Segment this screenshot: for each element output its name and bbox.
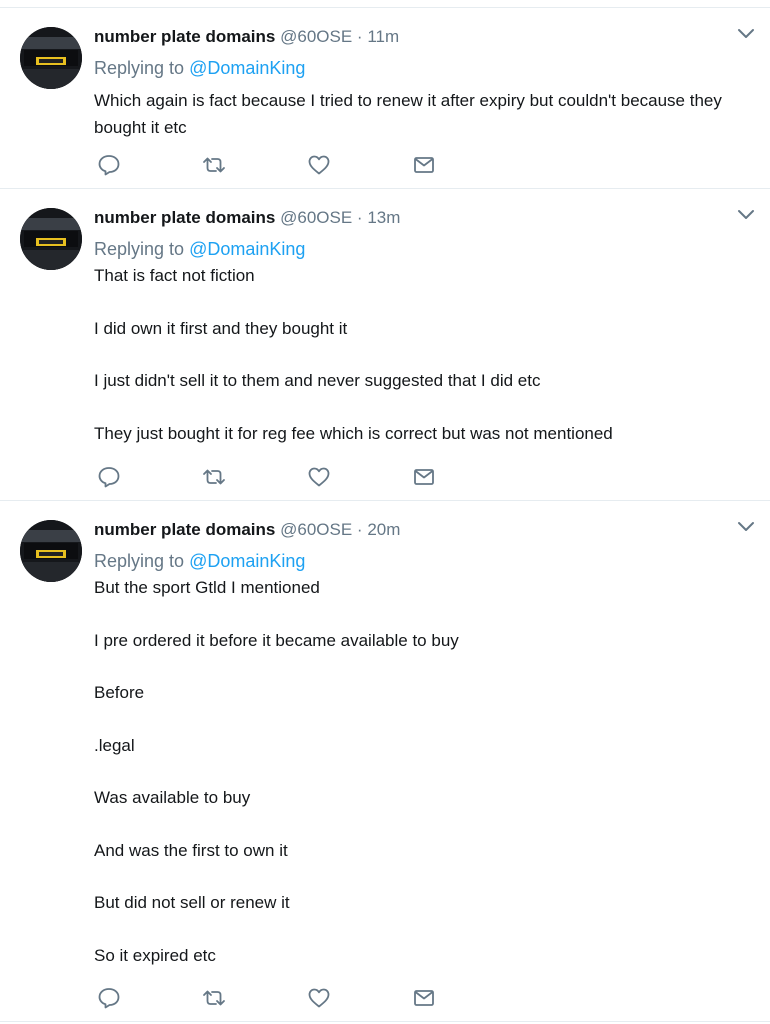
avatar[interactable] xyxy=(20,27,82,89)
reply-icon[interactable] xyxy=(97,986,121,1010)
author-handle[interactable]: @60OSE xyxy=(280,208,352,227)
author-handle[interactable]: @60OSE xyxy=(280,520,352,539)
tweet[interactable]: number plate domains @60OSE · 11m Replyi… xyxy=(0,8,770,189)
author-name[interactable]: number plate domains xyxy=(94,27,275,46)
avatar[interactable] xyxy=(20,520,82,582)
tweet-paragraph: And was the first to own it xyxy=(94,840,288,860)
retweet-icon[interactable] xyxy=(202,986,226,1010)
tweet-paragraph: I did own it first and they bought it xyxy=(94,318,348,338)
tweet-text: That is fact not fiction I did own it fi… xyxy=(94,263,754,447)
chevron-down-icon[interactable] xyxy=(736,520,756,534)
tweet-paragraph: Was available to buy xyxy=(94,788,251,807)
author-handle[interactable]: @60OSE xyxy=(280,27,352,46)
replying-to-label: Replying to xyxy=(94,551,185,571)
tweet[interactable]: number plate domains @60OSE · 20m Replyi… xyxy=(0,501,770,1022)
mention-link[interactable]: @DomainKing xyxy=(189,58,305,78)
tweet-header: number plate domains @60OSE · 13m xyxy=(94,203,400,233)
tweet-paragraph: I just didn't sell it to them and never … xyxy=(94,371,541,390)
tweet-text: But the sport Gtld I mentioned I pre ord… xyxy=(94,575,754,969)
tweet[interactable]: number plate domains @60OSE · 13m Replyi… xyxy=(0,189,770,501)
tweet-paragraph: But did not sell or renew it xyxy=(94,893,290,912)
tweet-paragraph: They just bought it for reg fee which is… xyxy=(94,423,613,443)
replying-to: Replying to @DomainKing xyxy=(94,53,305,83)
author-name[interactable]: number plate domains xyxy=(94,520,275,539)
direct-message-icon[interactable] xyxy=(412,153,436,177)
tweet-paragraph: So it expired etc xyxy=(94,945,216,965)
retweet-icon[interactable] xyxy=(202,153,226,177)
replying-to: Replying to @DomainKing xyxy=(94,546,305,576)
replying-to-label: Replying to xyxy=(94,239,185,259)
reply-icon[interactable] xyxy=(97,465,121,489)
tweet-paragraph: Which again is fact because I tried to r… xyxy=(94,91,722,137)
mention-link[interactable]: @DomainKing xyxy=(189,551,305,571)
tweet-header: number plate domains @60OSE · 20m xyxy=(94,515,400,545)
separator-dot: · xyxy=(356,520,363,539)
chevron-down-icon[interactable] xyxy=(736,208,756,222)
separator-dot: · xyxy=(356,208,363,227)
reply-icon[interactable] xyxy=(97,153,121,177)
chevron-down-icon[interactable] xyxy=(736,27,756,41)
tweet-paragraph: But the sport Gtld I mentioned xyxy=(94,578,320,597)
direct-message-icon[interactable] xyxy=(412,465,436,489)
tweet-paragraph: .legal xyxy=(94,735,135,755)
direct-message-icon[interactable] xyxy=(412,986,436,1010)
timestamp[interactable]: 11m xyxy=(367,27,399,46)
tweet-paragraph: I pre ordered it before it became availa… xyxy=(94,630,459,650)
tweet-header: number plate domains @60OSE · 11m xyxy=(94,22,399,52)
separator-dot: · xyxy=(356,27,363,46)
mention-link[interactable]: @DomainKing xyxy=(189,239,305,259)
heart-icon[interactable] xyxy=(307,986,331,1010)
replying-to-label: Replying to xyxy=(94,58,185,78)
timestamp[interactable]: 13m xyxy=(367,208,400,227)
timestamp[interactable]: 20m xyxy=(367,520,400,539)
retweet-icon[interactable] xyxy=(202,465,226,489)
author-name[interactable]: number plate domains xyxy=(94,208,275,227)
replying-to: Replying to @DomainKing xyxy=(94,234,305,264)
heart-icon[interactable] xyxy=(307,465,331,489)
heart-icon[interactable] xyxy=(307,153,331,177)
avatar[interactable] xyxy=(20,208,82,270)
tweet-paragraph: Before xyxy=(94,683,145,702)
tweet-paragraph: That is fact not fiction xyxy=(94,266,255,285)
tweet-text: Which again is fact because I tried to r… xyxy=(94,88,754,141)
